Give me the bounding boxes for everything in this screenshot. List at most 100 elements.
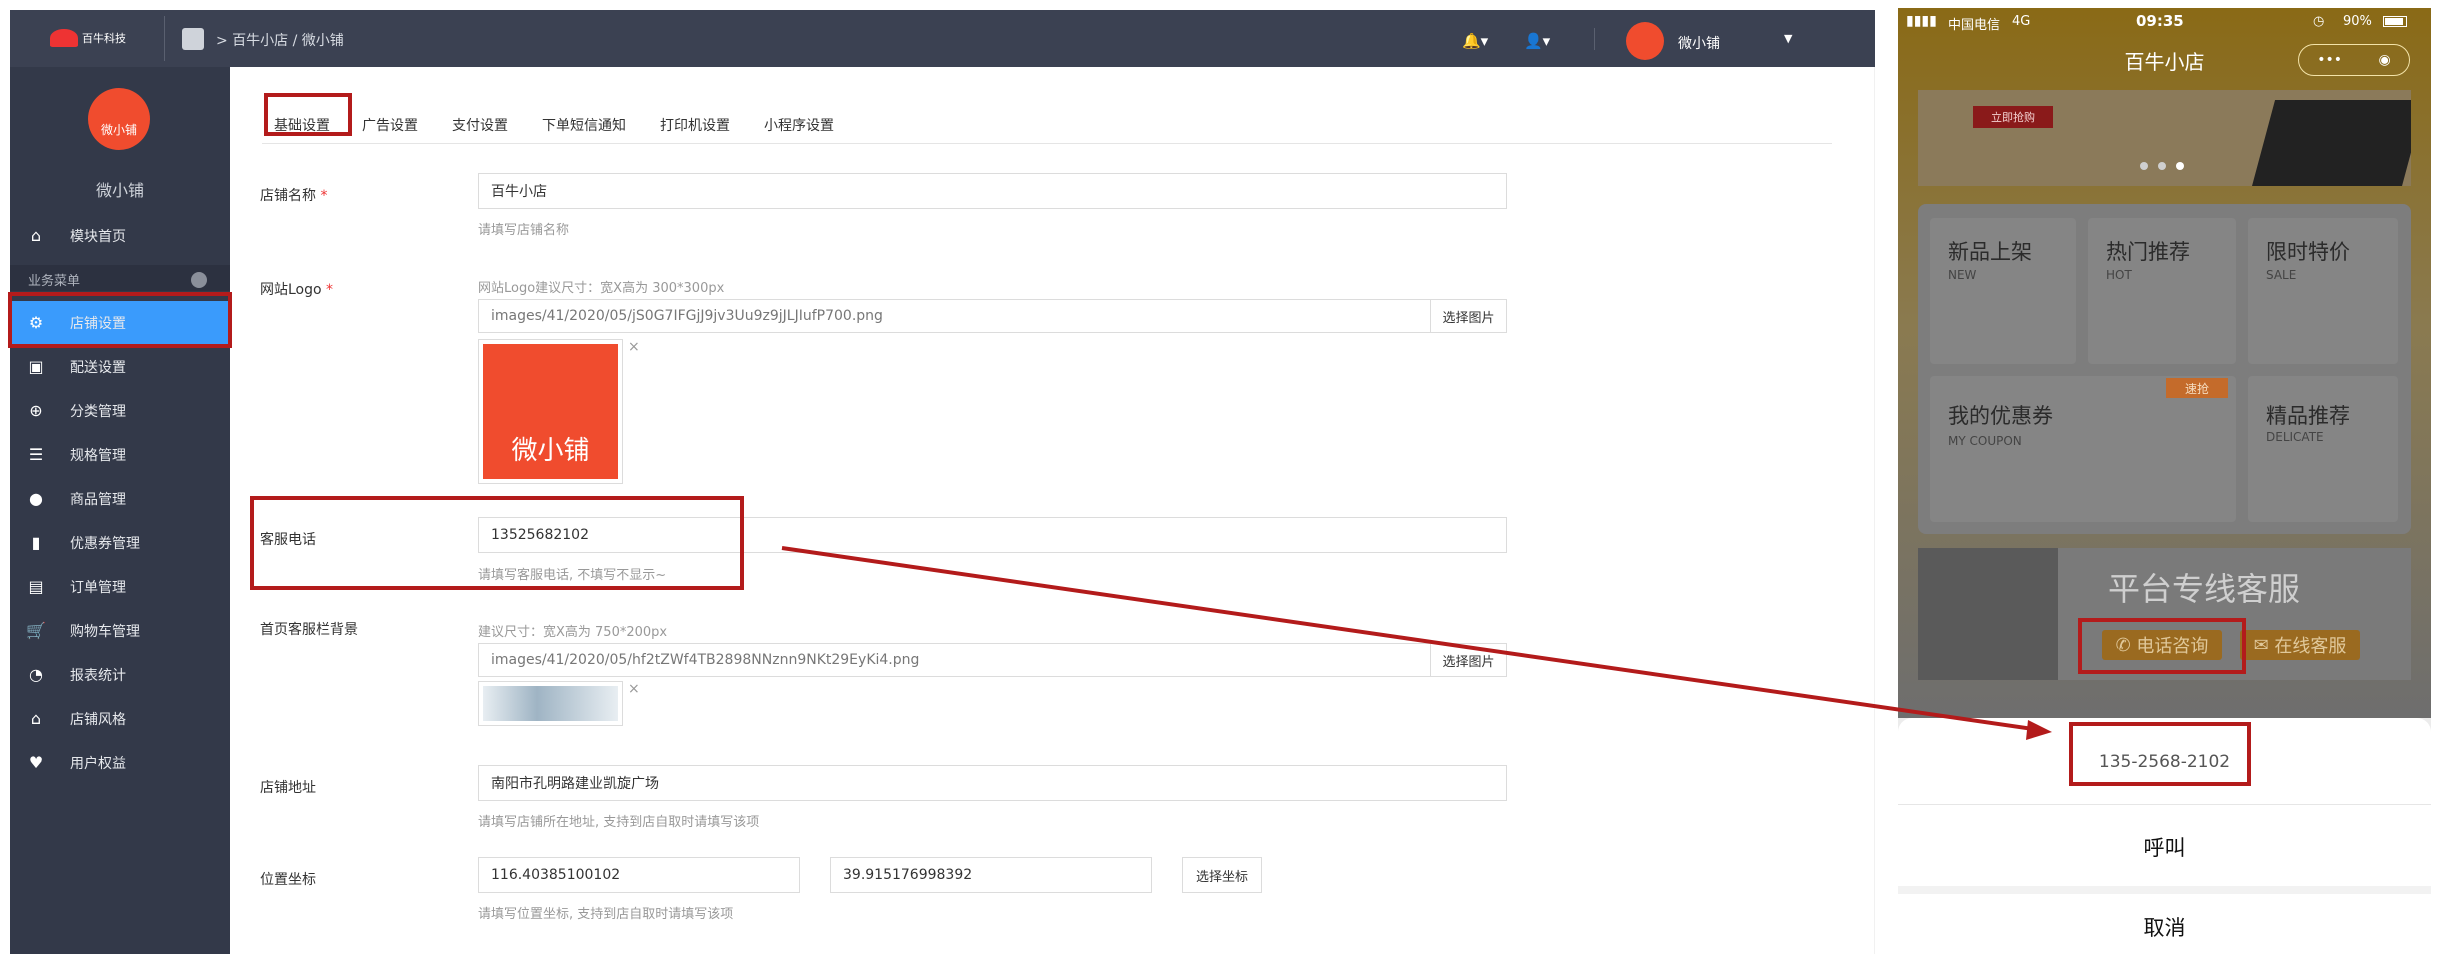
tile-delicate[interactable]: 精品推荐 DELICATE xyxy=(2248,376,2398,522)
coords-help: 请填写位置坐标, 支持到店自取时请填写该项 xyxy=(478,907,734,922)
address-help: 请填写店铺所在地址, 支持到店自取时请填写该项 xyxy=(478,815,760,830)
tile-hot[interactable]: 热门推荐 HOT xyxy=(2088,218,2236,364)
banner-button[interactable]: 立即抢购 xyxy=(1973,106,2053,128)
tab-payment[interactable]: 支付设置 xyxy=(452,115,508,135)
sidebar-item-reports[interactable]: ◔ 报表统计 xyxy=(10,653,230,696)
tile-subtitle: MY COUPON xyxy=(1948,434,2022,448)
sidebar-item-specs[interactable]: ☰ 规格管理 xyxy=(10,433,230,476)
service-banner: 平台专线客服 ✆ 电话咨询 ✉ 在线客服 xyxy=(1918,548,2411,680)
sidebar-item-cart[interactable]: 🛒 购物车管理 xyxy=(10,609,230,652)
sidebar-item-goods[interactable]: ● 商品管理 xyxy=(10,477,230,520)
shop-name-help: 请填写店铺名称 xyxy=(478,223,570,238)
call-button[interactable]: 呼叫 xyxy=(1898,832,2431,862)
sidebar-item-coupon[interactable]: ▮ 优惠券管理 xyxy=(10,521,230,564)
divider xyxy=(164,16,165,61)
remove-logo-icon[interactable]: × xyxy=(628,339,640,355)
tile-subtitle: SALE xyxy=(2266,268,2297,282)
carousel-dot-active[interactable] xyxy=(2176,162,2184,170)
brand-logo-text: 百牛科技 xyxy=(82,32,126,45)
sidebar-item-label: 订单管理 xyxy=(70,579,126,596)
home-icon[interactable] xyxy=(182,28,204,50)
sidebar-item-style[interactable]: ⌂ 店铺风格 xyxy=(10,697,230,740)
logo-path-input[interactable]: images/41/2020/05/jS0G7IFGjJ9jv3Uu9z9jJL… xyxy=(478,299,1431,333)
service-bg-help: 建议尺寸：宽X高为 750*200px xyxy=(478,625,668,640)
chart-icon: ◔ xyxy=(29,665,43,684)
latitude-input[interactable]: 39.915176998392 xyxy=(830,857,1152,893)
choose-logo-button[interactable]: 选择图片 xyxy=(1430,299,1507,333)
tile-subtitle: DELICATE xyxy=(2266,430,2324,444)
tile-new[interactable]: 新品上架 NEW xyxy=(1930,218,2076,364)
tab-basic[interactable]: 基础设置 xyxy=(274,115,330,135)
sidebar-item-label: 用户权益 xyxy=(70,755,126,772)
sidebar-item-shop-settings[interactable]: ⚙ 店铺设置 xyxy=(10,301,230,344)
network: 4G xyxy=(2012,14,2031,29)
remove-bg-icon[interactable]: × xyxy=(628,681,640,697)
address-input[interactable]: 南阳市孔明路建业凯旋广场 xyxy=(478,765,1507,801)
gear-icon: ⚙ xyxy=(28,313,44,332)
close-icon[interactable]: ◉ xyxy=(2379,52,2391,68)
longitude-input[interactable]: 116.40385100102 xyxy=(478,857,800,893)
shop-name-input[interactable]: 百牛小店 xyxy=(478,173,1507,209)
phone-status-bar: ▮▮▮▮ 中国电信 4G 09:35 ◷ 90% xyxy=(1898,8,2431,38)
divider xyxy=(1898,804,2431,805)
choose-coords-button[interactable]: 选择坐标 xyxy=(1182,857,1262,893)
sidebar-item-home[interactable]: ⌂ 模块首页 xyxy=(10,214,230,257)
sidebar-item-user-rights[interactable]: ♥ 用户权益 xyxy=(10,741,230,784)
tab-printer[interactable]: 打印机设置 xyxy=(660,115,730,135)
service-bg-path-input[interactable]: images/41/2020/05/hf2tZWf4TB2898NNznn9NK… xyxy=(478,643,1431,677)
sidebar-item-label: 购物车管理 xyxy=(70,623,140,640)
tile-sale[interactable]: 限时特价 SALE xyxy=(2248,218,2398,364)
call-consult-label: 电话咨询 xyxy=(2136,636,2209,657)
service-agent-image xyxy=(1918,548,2058,680)
phone-label: 客服电话 xyxy=(260,532,316,548)
brand-logo[interactable]: 百牛科技 xyxy=(50,24,140,52)
sidebar-item-delivery[interactable]: ▣ 配送设置 xyxy=(10,345,230,388)
main-content: 基础设置 广告设置 支付设置 下单短信通知 打印机设置 小程序设置 店铺名称 *… xyxy=(230,67,1875,954)
scrollbar[interactable] xyxy=(1874,67,1875,954)
avatar[interactable] xyxy=(1626,22,1664,60)
sidebar-item-orders[interactable]: ▤ 订单管理 xyxy=(10,565,230,608)
chevron-down-icon[interactable]: ▼ xyxy=(1784,32,1792,45)
cancel-button[interactable]: 取消 xyxy=(1898,912,2431,942)
sidebar-item-label: 分类管理 xyxy=(70,403,126,420)
shop-name-label: 店铺名称 * xyxy=(260,188,328,204)
tab-ads[interactable]: 广告设置 xyxy=(362,115,418,135)
promo-banner[interactable]: 立即抢购 xyxy=(1918,90,2411,186)
sidebar-item-category[interactable]: ⊕ 分类管理 xyxy=(10,389,230,432)
more-icon[interactable]: ••• xyxy=(2317,52,2342,68)
sidebar-group-header[interactable]: 业务菜单 xyxy=(10,265,230,291)
choose-bg-button[interactable]: 选择图片 xyxy=(1430,643,1507,677)
carousel-dot[interactable] xyxy=(2140,162,2148,170)
style-icon: ⌂ xyxy=(30,709,42,728)
tab-miniprogram[interactable]: 小程序设置 xyxy=(764,115,834,135)
cart-icon: 🛒 xyxy=(26,621,46,640)
home-icon: ⌂ xyxy=(30,226,42,245)
service-bg-image xyxy=(483,686,618,721)
user-name[interactable]: 微小铺 xyxy=(1678,33,1720,53)
battery-icon xyxy=(2383,16,2407,27)
carousel-dot[interactable] xyxy=(2158,162,2166,170)
sidebar-item-label: 店铺设置 xyxy=(70,315,126,332)
user-icon[interactable]: 👤▾ xyxy=(1524,32,1550,50)
admin-panel: 百牛科技 > 百牛小店 / 微小铺 🔔▾ 👤▾ 微小铺 ▼ 微小铺 微小铺 ⌂ … xyxy=(10,10,1875,954)
bell-icon[interactable]: 🔔▾ xyxy=(1462,32,1488,50)
miniapp-capsule[interactable]: ••• ◉ xyxy=(2298,44,2410,76)
sidebar: 微小铺 微小铺 ⌂ 模块首页 业务菜单 ⚙ 店铺设置 ▣ 配送设置 ⊕ 分类管理… xyxy=(10,67,230,954)
divider xyxy=(1898,886,2431,894)
online-service-button[interactable]: ✉ 在线客服 xyxy=(2240,630,2360,660)
breadcrumb: > 百牛小店 / 微小铺 xyxy=(216,33,344,49)
tab-sms[interactable]: 下单短信通知 xyxy=(542,115,626,135)
call-consult-button[interactable]: ✆ 电话咨询 xyxy=(2102,630,2222,660)
list-icon: ☰ xyxy=(28,445,44,464)
collapse-toggle-icon[interactable] xyxy=(191,272,207,288)
phone-input[interactable]: 13525682102 xyxy=(478,517,1507,553)
logo-preview: 微小铺 xyxy=(478,339,623,484)
coords-label: 位置坐标 xyxy=(260,872,316,888)
sidebar-item-label: 店铺风格 xyxy=(70,711,126,728)
clock: 09:35 xyxy=(2136,12,2184,30)
shop-logo: 微小铺 xyxy=(88,88,150,150)
logo-preview-text: 微小铺 xyxy=(511,436,590,466)
fast-badge: 速抢 xyxy=(2166,378,2228,398)
category-grid: 新品上架 NEW 热门推荐 HOT 限时特价 SALE 我的优惠券 MY COU… xyxy=(1918,204,2411,534)
online-service-label: 在线客服 xyxy=(2274,636,2347,657)
